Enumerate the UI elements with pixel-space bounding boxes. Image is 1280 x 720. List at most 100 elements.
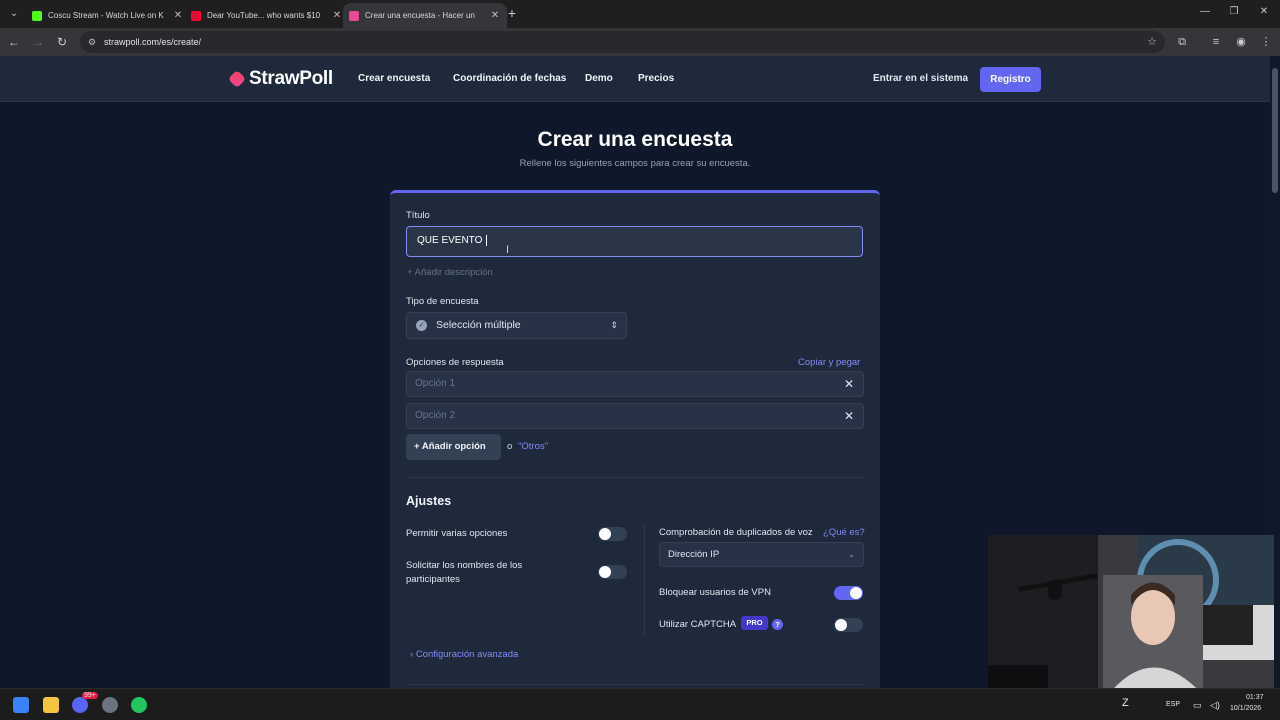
forward-icon[interactable]: → [30,34,46,50]
media-control-icon[interactable]: ≡ [1208,34,1224,50]
remove-option-icon[interactable]: ✕ [844,372,854,396]
remove-option-icon[interactable]: ✕ [844,404,854,428]
close-window-icon[interactable]: ✕ [1256,6,1272,17]
add-description-link[interactable]: + Añadir descripción [407,267,493,278]
help-icon[interactable]: ? [772,619,783,630]
allow-multiple-toggle[interactable] [598,527,627,541]
select-arrows-icon: ⇕ [610,320,618,330]
language-indicator[interactable]: ESP [1166,701,1180,708]
tab-youtube[interactable]: Dear YouTube... who wants $10 ✕ [185,3,349,28]
add-description-label: Añadir descripción [414,267,493,278]
settings-heading: Ajustes [406,494,452,508]
allow-multiple-label: Permitir varias opciones [406,528,508,539]
address-bar[interactable]: ⚙ strawpoll.com/es/create/ ☆ [80,31,1165,53]
close-tab-icon[interactable]: ✕ [489,10,501,21]
column-divider [644,523,645,637]
strawpoll-icon [349,10,359,21]
require-names-toggle[interactable] [598,565,627,579]
nav-demo[interactable]: Demo [585,73,613,84]
reload-icon[interactable]: ↻ [54,34,70,50]
title-value: QUE EVENTO [417,235,486,246]
new-tab-icon[interactable]: + [505,6,519,20]
captcha-toggle[interactable] [834,618,863,632]
answers-label: Opciones de respuesta [406,357,504,368]
bookmark-star-icon[interactable]: ☆ [1147,31,1157,53]
advanced-settings-link[interactable]: › Configuración avanzada [410,649,518,660]
site-info-icon[interactable]: ⚙ [88,31,96,53]
minimize-icon[interactable]: — [1197,6,1213,17]
back-icon[interactable]: ← [6,34,22,50]
option-input[interactable]: Opción 2 ✕ [406,403,864,429]
captcha-label: Utilizar CAPTCHA [659,619,737,630]
file-explorer-icon[interactable] [43,697,59,713]
other-option-link[interactable]: "Otros" [518,441,548,452]
title-input[interactable]: QUE EVENTO I [406,226,863,257]
toggle-knob [850,587,862,599]
require-names-label: Solicitar los nombres de los participant… [406,560,523,585]
close-tab-icon[interactable]: ✕ [331,10,343,21]
tab-title: Dear YouTube... who wants $10 [207,11,321,20]
text-caret [486,234,488,246]
windows-start-icon[interactable] [13,697,29,713]
nav-date-coordination[interactable]: Coordinación de fechas [453,73,566,84]
restore-icon[interactable]: ❐ [1226,6,1242,17]
close-tab-icon[interactable]: ✕ [172,10,184,21]
strawpoll-logo[interactable]: StrawPoll [227,68,333,90]
logo-text: StrawPoll [249,68,333,89]
divider [406,684,864,685]
notification-badge: 99+ [82,692,98,699]
toggle-knob [599,528,611,540]
advanced-settings-label: Configuración avanzada [415,649,519,660]
check-circle-icon: ✓ [416,320,427,331]
divider [406,477,864,478]
block-vpn-label: Bloquear usuarios de VPN [659,587,771,598]
scrollbar-thumb[interactable] [1272,68,1278,193]
site-header: StrawPoll Crear encuesta Coordinación de… [0,56,1270,102]
extensions-icon[interactable]: ⧉ [1174,34,1190,50]
signup-button[interactable]: Registro [980,67,1041,92]
browser-tab-bar: ⌄ Coscu Stream - Watch Live on K ✕ Dear … [0,0,1280,28]
app-icon[interactable] [102,697,118,713]
toggle-knob [835,619,847,631]
youtube-icon [191,10,201,21]
toggle-knob [599,566,611,578]
option-input[interactable]: Opción 1 ✕ [406,371,864,397]
nav-create-poll[interactable]: Crear encuesta [358,73,430,84]
tray-app-icon[interactable]: Z [1122,697,1138,713]
network-icon[interactable]: ▭ [1193,700,1202,711]
tab-search-icon[interactable]: ⌄ [6,6,22,22]
discord-icon[interactable] [72,697,88,713]
text-cursor-icon: I [506,244,510,256]
clock-date[interactable]: 10/1/2026 [1230,705,1261,712]
browser-toolbar: ← → ↻ ⚙ strawpoll.com/es/create/ ☆ ⧉ ≡ ◉… [0,28,1280,56]
poll-type-value: Selección múltiple [436,319,521,331]
profile-avatar-icon[interactable]: ◉ [1233,34,1249,50]
kick-icon [32,10,42,21]
browser-menu-icon[interactable]: ⋮ [1258,34,1274,50]
clock-time[interactable]: 01:37 [1246,694,1264,701]
add-option-button[interactable]: + Añadir opción [406,434,501,460]
tab-title: Coscu Stream - Watch Live on K [48,11,164,20]
add-option-label: Añadir opción [421,441,486,452]
block-vpn-toggle[interactable] [834,586,863,600]
poll-form-card: Título QUE EVENTO I + Añadir descripción… [390,190,880,688]
webcam-overlay [988,535,1274,695]
what-is-link[interactable]: ¿Qué es? [823,527,865,538]
or-text: o [507,441,513,452]
login-link[interactable]: Entrar en el sistema [873,73,968,84]
nav-pricing[interactable]: Precios [638,73,674,84]
webcam-image [988,535,1274,695]
poll-type-select[interactable]: ✓ Selección múltiple ⇕ [406,312,627,339]
option-placeholder: Opción 2 [415,410,456,421]
duplicate-check-select[interactable]: Dirección IP ⌄ [659,542,864,567]
option-placeholder: Opción 1 [415,378,456,389]
os-taskbar: 99+ Z ESP ▭ ◁) 01:37 10/1/2026 [0,688,1280,720]
tab-kick[interactable]: Coscu Stream - Watch Live on K ✕ [26,3,190,28]
copy-paste-link[interactable]: Copiar y pegar [798,357,860,368]
strawpoll-logo-icon [227,69,247,89]
page-subtitle: Rellene los siguientes campos para crear… [519,158,751,169]
volume-icon[interactable]: ◁) [1210,700,1220,711]
chrome-icon[interactable] [131,697,147,713]
tab-strawpoll[interactable]: Crear una encuesta - Hacer un ✕ [343,3,507,28]
page-title: Crear una encuesta [537,128,733,151]
